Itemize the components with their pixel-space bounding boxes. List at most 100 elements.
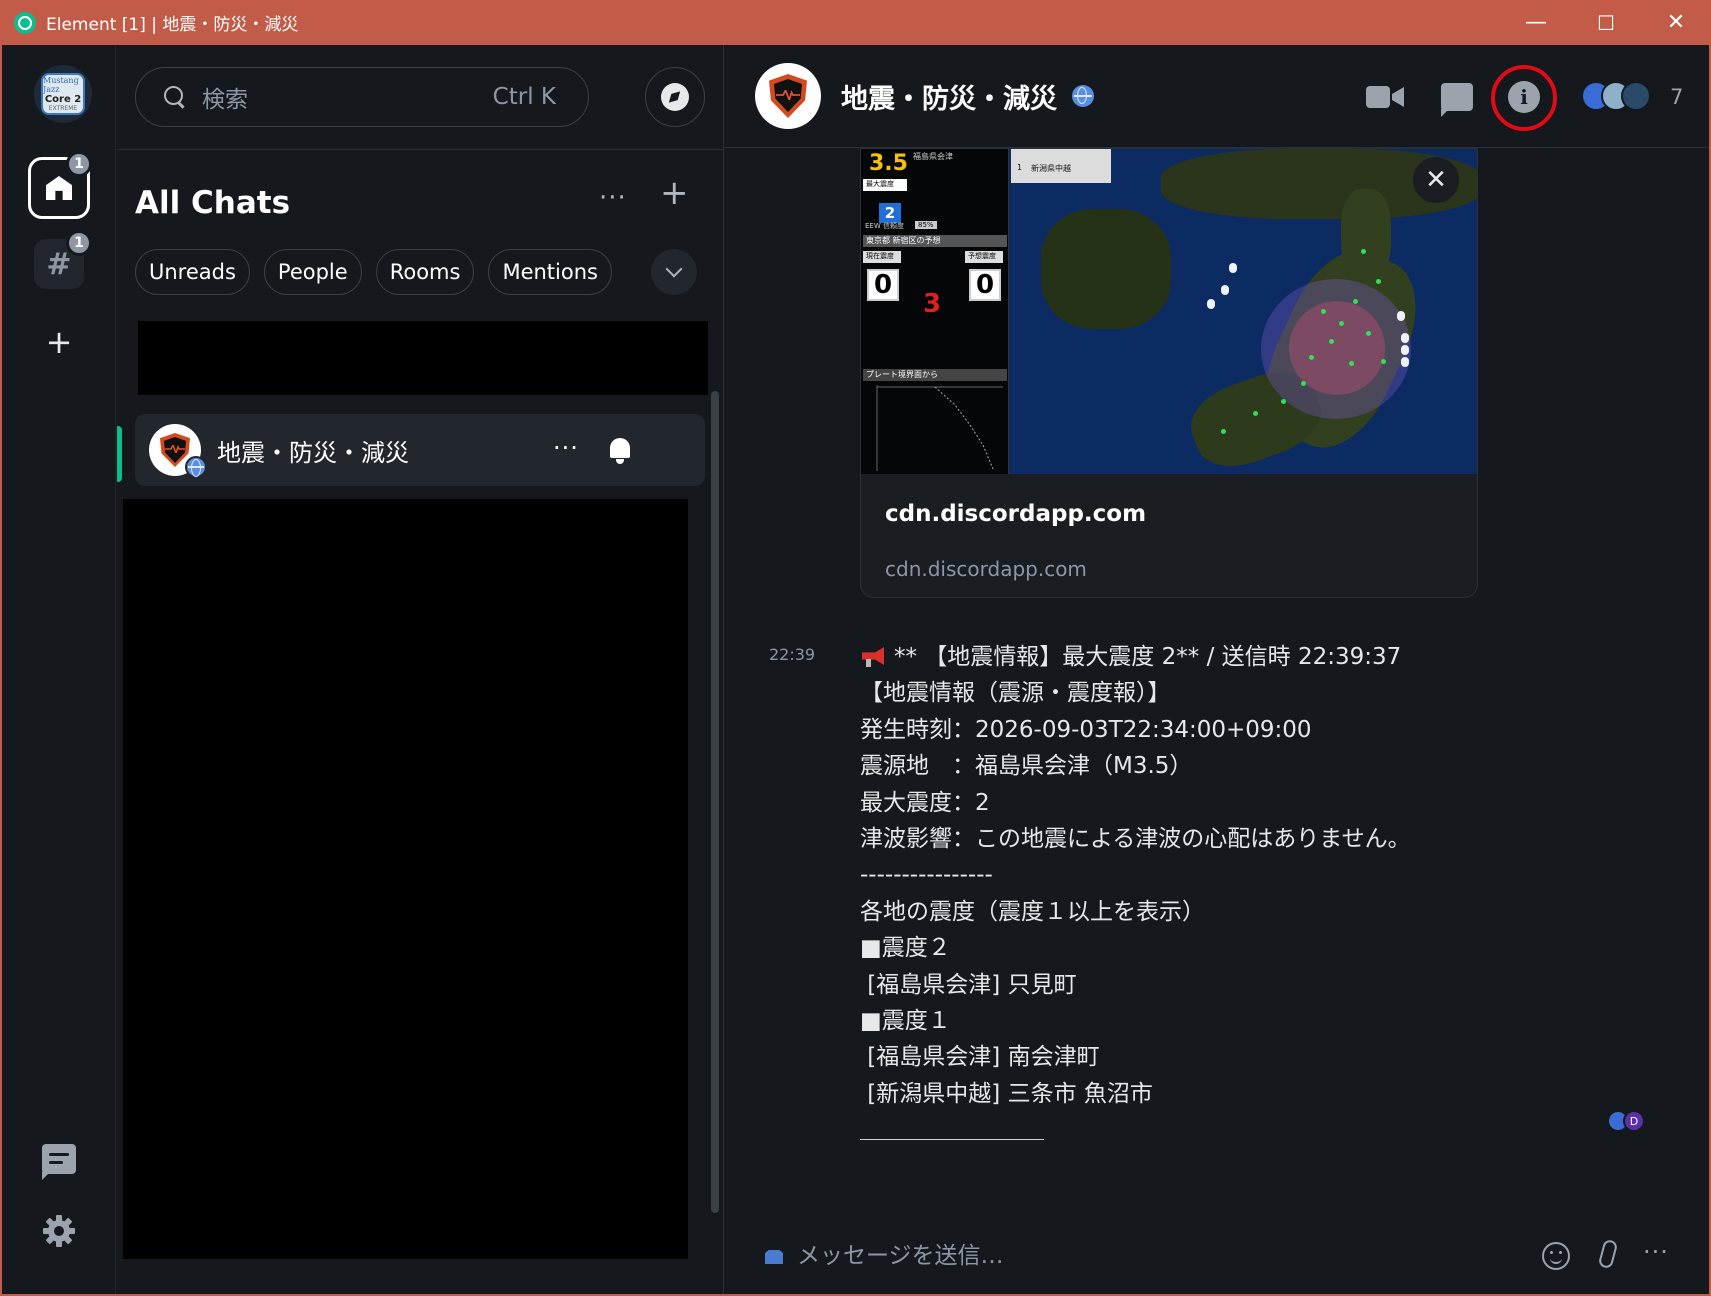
map-land xyxy=(1341,189,1391,279)
read-receipts[interactable]: D xyxy=(1607,1110,1645,1132)
filter-mentions[interactable]: Mentions xyxy=(488,249,612,295)
room-list-item-name: 地震・防災・減災 xyxy=(217,438,409,467)
minimize-button[interactable]: — xyxy=(1501,0,1571,45)
message-composer: メッセージを送信… ··· xyxy=(725,1210,1709,1294)
eew-forecast-label: 東京都 新宿区の予想 xyxy=(863,235,1007,247)
member-avatar xyxy=(1621,81,1651,111)
message-line: 津波影響：この地震による津波の心配はありません。 xyxy=(860,825,1411,852)
create-space-button[interactable]: + xyxy=(34,317,84,367)
filter-unreads[interactable]: Unreads xyxy=(135,249,250,295)
search-input[interactable]: 検索 Ctrl K xyxy=(135,67,589,127)
avatar-chip-line2: Core 2 xyxy=(44,94,82,105)
room-item-options-button[interactable]: ··· xyxy=(553,434,579,462)
message-line: [福島県会津] 南会津町 xyxy=(860,1044,1100,1071)
emoji-icon[interactable] xyxy=(1542,1242,1570,1270)
eew-plate-label: プレート境界面から xyxy=(863,369,1007,381)
message-line: 最大震度：2 xyxy=(860,789,990,816)
selected-room-indicator xyxy=(117,426,122,482)
preview-title[interactable]: cdn.discordapp.com xyxy=(885,501,1146,527)
notification-bell-icon[interactable] xyxy=(608,436,632,464)
url-preview-card[interactable]: 1 新潟県中越 3.5 福島県会津 最大震度 2 EEW 信頼度 85% 東京都… xyxy=(860,148,1478,598)
avatar-chip-line3: EXTREME xyxy=(48,105,78,112)
gal-label xyxy=(1401,345,1409,355)
message-body[interactable]: ** 【地震情報】最大震度 2** / 送信時 22:39:37 【地震情報（震… xyxy=(860,639,1680,1148)
room-header: 地震・防災・減災 i 7 xyxy=(725,45,1709,148)
room-view: 地震・防災・減災 i 7 1 新潟県中越 3.5 福島県会津 最大震度 2 EE… xyxy=(725,45,1709,1294)
gear-icon xyxy=(43,1215,75,1247)
shield-logo-icon xyxy=(769,74,807,118)
map-land xyxy=(1041,209,1171,329)
message-input[interactable]: メッセージを送信… xyxy=(797,1236,1004,1270)
search-icon xyxy=(162,84,188,110)
room-list-scrollbar[interactable] xyxy=(711,391,719,1213)
gal-label xyxy=(1397,311,1405,321)
depth-profile-graph xyxy=(876,385,1003,471)
room-list-item[interactable]: 地震・防災・減災 ··· xyxy=(117,414,705,486)
message-line: ■震度２ xyxy=(860,935,951,962)
redacted-room-item xyxy=(138,321,708,395)
window-titlebar: Element [1] | 地震・防災・減災 — ☐ ✕ xyxy=(0,0,1711,45)
eew-reliability-value: 85% xyxy=(915,221,937,229)
filter-expand-button[interactable] xyxy=(651,249,697,295)
message-line: [福島県会津] 只見町 xyxy=(860,971,1077,998)
message-line: ** 【地震情報】最大震度 2** / 送信時 22:39:37 xyxy=(860,639,1680,675)
room-filters: Unreads People Rooms Mentions xyxy=(135,249,612,295)
gal-label xyxy=(1221,285,1229,295)
message-line: ＿＿＿＿＿＿＿＿ xyxy=(860,1117,1044,1144)
maximize-button[interactable]: ☐ xyxy=(1571,0,1641,45)
filter-people[interactable]: People xyxy=(263,249,362,295)
attachment-icon[interactable] xyxy=(1597,1238,1619,1270)
room-header-title[interactable]: 地震・防災・減災 xyxy=(841,77,1057,116)
room-list-options-button[interactable]: ··· xyxy=(599,183,627,213)
explore-rooms-button[interactable] xyxy=(645,67,705,127)
rooms-unread-badge: 1 xyxy=(66,230,92,256)
space-rail: Mustang Jazz Core 2 EXTREME 1 # 1 + xyxy=(2,45,116,1294)
room-list-heading: All Chats xyxy=(135,185,291,221)
composer-more-options-button[interactable]: ··· xyxy=(1643,1238,1669,1266)
plus-icon: + xyxy=(45,323,73,361)
unencrypted-icon xyxy=(765,1250,783,1264)
message-line: [新潟県中越] 三条市 魚沼市 xyxy=(860,1080,1153,1107)
search-shortcut: Ctrl K xyxy=(492,84,556,110)
eew-info-panel: 3.5 福島県会津 最大震度 2 EEW 信頼度 85% 東京都 新宿区の予想 … xyxy=(861,149,1009,474)
message-timestamp[interactable]: 22:39 xyxy=(769,645,815,664)
close-preview-button[interactable]: ✕ xyxy=(1413,157,1459,203)
eew-max-intensity: 2 xyxy=(879,203,901,223)
threads-activity-button[interactable] xyxy=(37,1137,81,1181)
window-controls: — ☐ ✕ xyxy=(1501,0,1711,45)
eew-max-intensity-label: 最大震度 xyxy=(863,179,907,191)
threads-button[interactable] xyxy=(1435,75,1479,119)
read-receipt-avatar: D xyxy=(1623,1110,1645,1132)
gal-label xyxy=(1207,299,1215,309)
public-room-globe-icon xyxy=(1072,85,1094,107)
close-window-button[interactable]: ✕ xyxy=(1641,0,1711,45)
message-line: 発生時刻：2026-09-03T22:34:00+09:00 xyxy=(860,716,1312,743)
member-avatars[interactable] xyxy=(1581,81,1651,111)
earthquake-map-image[interactable]: 1 新潟県中越 3.5 福島県会津 最大震度 2 EEW 信頼度 85% 東京都… xyxy=(861,149,1477,479)
start-chat-button[interactable]: + xyxy=(660,173,689,213)
quick-settings-button[interactable] xyxy=(37,1209,81,1253)
search-divider xyxy=(117,149,724,150)
eew-current-value: 0 xyxy=(867,269,899,301)
room-header-avatar[interactable] xyxy=(755,63,821,129)
legend-number: 1 xyxy=(1017,163,1023,172)
threads-icon xyxy=(1441,83,1473,117)
redacted-room-list xyxy=(123,499,688,1259)
room-info-button[interactable]: i xyxy=(1502,75,1546,119)
video-camera-icon xyxy=(1366,86,1390,108)
filter-rooms[interactable]: Rooms xyxy=(375,249,475,295)
legend-text: 新潟県中越 xyxy=(1031,164,1071,173)
message-line: 各地の震度（震度１以上を表示） xyxy=(860,898,1205,925)
hash-icon: # xyxy=(46,246,72,282)
window-title: Element [1] | 地震・防災・減災 xyxy=(46,15,299,35)
preview-domain: cdn.discordapp.com xyxy=(885,557,1087,581)
member-count[interactable]: 7 xyxy=(1670,85,1683,109)
eew-current-label: 現在震度 xyxy=(863,251,901,263)
video-call-button[interactable] xyxy=(1363,75,1407,119)
gal-label xyxy=(1229,263,1237,273)
user-avatar[interactable]: Mustang Jazz Core 2 EXTREME xyxy=(34,65,92,123)
eew-countdown: 3 xyxy=(923,289,942,319)
chat-bubble-icon xyxy=(42,1144,76,1180)
avatar-chip-image: Mustang Jazz Core 2 EXTREME xyxy=(41,73,85,115)
eew-reliability-label: EEW 信頼度 xyxy=(865,222,904,230)
